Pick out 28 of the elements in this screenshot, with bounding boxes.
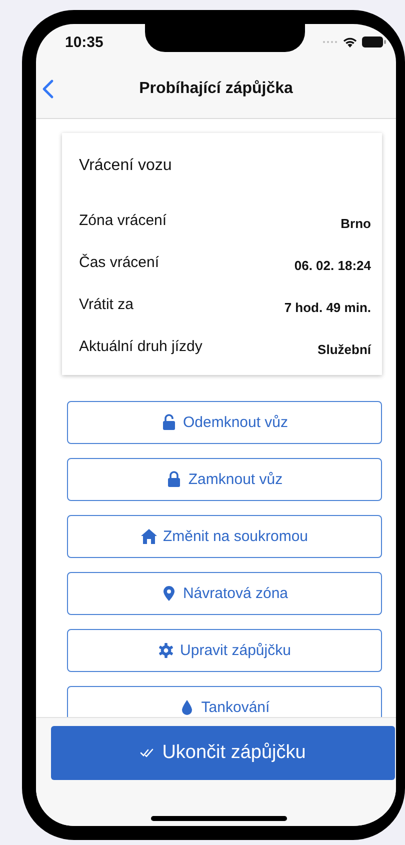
- finish-button[interactable]: Ukončit zápůjčku: [51, 726, 395, 780]
- card-title: Vrácení vozu: [79, 157, 173, 175]
- screen-title: Probíhající zápůjčka: [139, 80, 293, 98]
- field-value: 06. 02. 18:24: [294, 256, 371, 272]
- gear-icon: [158, 642, 174, 659]
- field-label: Aktuální druh jízdy: [79, 338, 202, 354]
- action-button[interactable]: Odemknout vůz: [67, 401, 382, 444]
- status-time: 10:35: [65, 34, 104, 50]
- field-value: 7 hod. 49 min.: [284, 298, 371, 314]
- map-pin-icon: [160, 585, 177, 602]
- field-label: Zóna vrácení: [79, 212, 167, 228]
- field-value: Brno: [340, 214, 371, 230]
- signal-icon: [322, 40, 338, 44]
- action-button[interactable]: Změnit na soukromou: [67, 515, 382, 558]
- action-button[interactable]: Návratová zóna: [67, 572, 382, 615]
- double-check-icon: [140, 748, 154, 758]
- wifi-icon: [342, 36, 358, 48]
- action-button[interactable]: Zamknout vůz: [67, 458, 382, 501]
- field-value: Služební: [318, 340, 371, 356]
- field-label: Čas vrácení: [79, 254, 160, 270]
- field-label: Vrátit za: [79, 296, 134, 312]
- battery-icon: [362, 36, 386, 48]
- back-icon[interactable]: [42, 79, 54, 99]
- action-button[interactable]: Upravit zápůjčku: [67, 629, 382, 672]
- padlock-icon: [166, 471, 182, 488]
- house-icon: [140, 528, 157, 545]
- action-button[interactable]: Tankování: [67, 686, 382, 717]
- unlocked-padlock-icon: [160, 414, 177, 431]
